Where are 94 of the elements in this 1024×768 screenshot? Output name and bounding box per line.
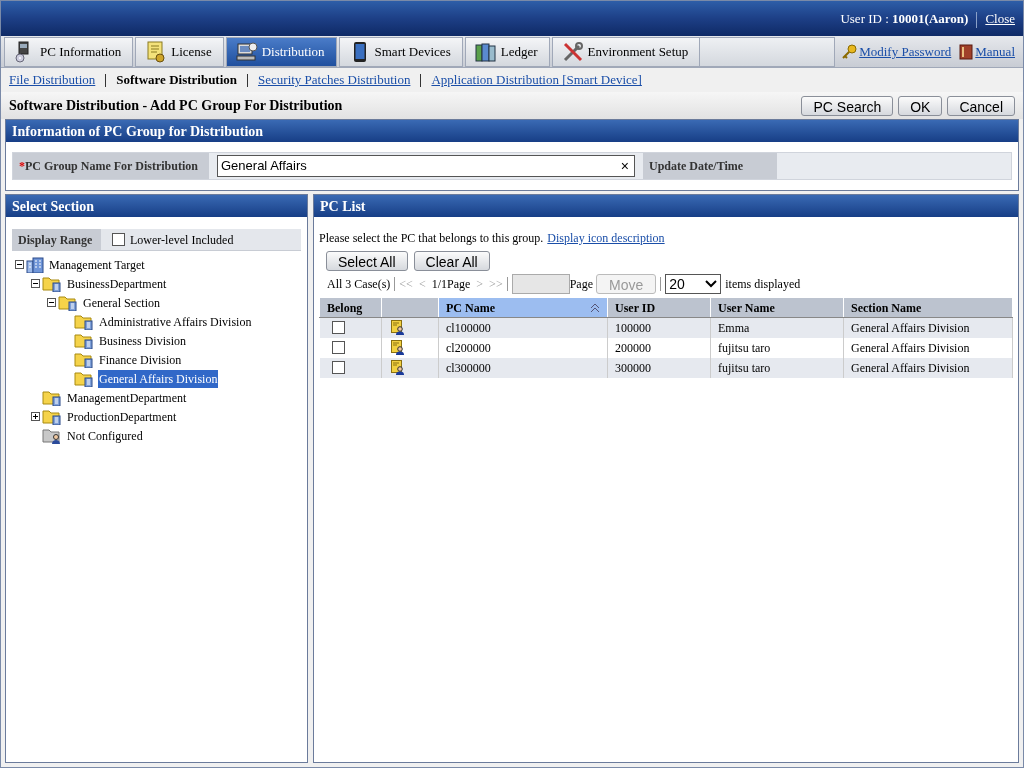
- table-cell: fujitsu taro: [710, 357, 844, 378]
- subnav-link[interactable]: Application Distribution [Smart Device]: [431, 70, 642, 90]
- table-cell: fujitsu taro: [710, 337, 844, 358]
- folder-building-icon: [74, 313, 94, 330]
- belong-checkbox[interactable]: [331, 361, 345, 374]
- certificate-icon: [145, 40, 168, 63]
- nav-tab[interactable]: License: [135, 36, 224, 67]
- group-name-field[interactable]: General Affairs ×: [217, 155, 635, 177]
- tree-node[interactable]: Administrative Affairs Division: [98, 312, 253, 331]
- display-range-label: Display Range: [12, 229, 101, 250]
- nav-tab[interactable]: Ledger: [464, 36, 550, 67]
- nav-tab[interactable]: Smart Devices: [338, 36, 463, 67]
- table-cell: cl100000: [438, 317, 608, 338]
- clear-all-button[interactable]: Clear All: [413, 251, 490, 271]
- tree-node[interactable]: BusinessDepartment: [66, 274, 168, 293]
- book-icon: [959, 43, 974, 60]
- table-cell: Emma: [710, 317, 844, 338]
- tree-node[interactable]: Management Target: [48, 255, 146, 274]
- tree-node[interactable]: General Section: [82, 293, 161, 312]
- pc-user-icon: [391, 360, 407, 375]
- building-icon: [26, 256, 44, 273]
- page-indicator: 1/1Page: [431, 276, 471, 293]
- sort-icon: [590, 302, 600, 313]
- tree-node[interactable]: General Affairs Division: [98, 369, 219, 388]
- column-header[interactable]: User Name: [710, 297, 844, 318]
- folder-building-icon: [74, 332, 94, 349]
- nav-tab[interactable]: Distribution: [225, 36, 337, 67]
- action-button[interactable]: PC Search: [801, 95, 894, 116]
- field-label: Update Date/Time: [643, 153, 777, 179]
- select-all-button[interactable]: Select All: [326, 251, 408, 271]
- books-icon: [474, 40, 497, 63]
- table-cell: General Affairs Division: [843, 337, 1013, 358]
- tree-node[interactable]: Not Configured: [66, 426, 144, 445]
- folder-building-icon: [58, 294, 78, 311]
- table-cell: 300000: [607, 357, 711, 378]
- page-number-field[interactable]: [511, 274, 570, 294]
- case-count: All 3 Case(s): [327, 276, 391, 293]
- field-label: *PC Group Name For Distribution: [13, 153, 209, 179]
- folder-building-icon: [74, 351, 94, 368]
- subnav-link[interactable]: Software Distribution: [116, 70, 238, 90]
- folder-building-icon: [42, 408, 62, 425]
- panel-header: Information of PC Group for Distribution: [6, 120, 1018, 142]
- belong-checkbox[interactable]: [331, 341, 345, 354]
- column-header[interactable]: [381, 297, 439, 318]
- subnav-link[interactable]: File Distribution: [9, 70, 96, 90]
- items-per-page-dropdown[interactable]: 20: [665, 274, 722, 294]
- folder-building-icon: [42, 275, 62, 292]
- subnav-link[interactable]: Security Patches Distribution: [258, 70, 411, 90]
- table-cell: 100000: [607, 317, 711, 338]
- tree-node[interactable]: Finance Division: [98, 350, 183, 369]
- expand-toggle-icon[interactable]: [47, 298, 56, 307]
- table-cell: General Affairs Division: [843, 357, 1013, 378]
- belong-checkbox[interactable]: [331, 321, 345, 335]
- icon-description-link[interactable]: Display icon description: [547, 229, 665, 247]
- expand-toggle-icon[interactable]: [31, 412, 40, 421]
- tree-node[interactable]: ManagementDepartment: [66, 388, 188, 407]
- column-header[interactable]: PC Name: [438, 297, 608, 318]
- tree-node[interactable]: Business Division: [98, 331, 187, 350]
- checkbox-label: Lower-level Included: [130, 231, 234, 249]
- key-icon: [841, 43, 858, 60]
- folder-person-icon: [42, 427, 62, 444]
- items-displayed-label: items displayed: [725, 276, 801, 293]
- panel-header: Select Section: [6, 195, 307, 217]
- checkbox[interactable]: [112, 233, 125, 246]
- folder-building-icon: [42, 389, 62, 406]
- nav-tab[interactable]: Environment Setup: [551, 36, 701, 67]
- header-link[interactable]: Modify Password: [859, 41, 952, 62]
- user-id-label: User ID : 10001(Aaron): [840, 9, 969, 28]
- pc-user-icon: [391, 320, 407, 336]
- page-title: Software Distribution - Add PC Group For Distribution: [9, 97, 343, 115]
- action-button[interactable]: OK: [898, 95, 943, 116]
- pc-user-icon: [391, 340, 407, 355]
- column-header[interactable]: Belong: [319, 297, 382, 318]
- folder-building-icon: [74, 370, 94, 387]
- table-cell: cl300000: [438, 357, 608, 378]
- clear-icon[interactable]: ×: [618, 155, 631, 177]
- expand-toggle-icon[interactable]: [15, 260, 24, 269]
- instruction-text: Please select the PC that belongs to this group.: [319, 230, 544, 247]
- column-header[interactable]: Section Name: [843, 297, 1013, 318]
- action-button[interactable]: Cancel: [947, 95, 1015, 116]
- panel-header: PC List: [314, 195, 1018, 217]
- page-label: Page: [569, 276, 593, 293]
- column-header[interactable]: User ID: [607, 297, 711, 318]
- tools-icon: [561, 40, 584, 63]
- nav-tab[interactable]: PC Information: [4, 36, 134, 67]
- header-link[interactable]: Manual: [975, 41, 1015, 62]
- computer-disc-icon: [235, 40, 258, 63]
- table-cell: cl200000: [438, 337, 608, 358]
- close-link[interactable]: Close: [985, 8, 1015, 28]
- chevron-down-icon: [705, 280, 718, 288]
- table-cell: 200000: [607, 337, 711, 358]
- table-cell: General Affairs Division: [843, 317, 1013, 338]
- expand-toggle-icon[interactable]: [31, 279, 40, 288]
- tree-node[interactable]: ProductionDepartment: [66, 407, 178, 426]
